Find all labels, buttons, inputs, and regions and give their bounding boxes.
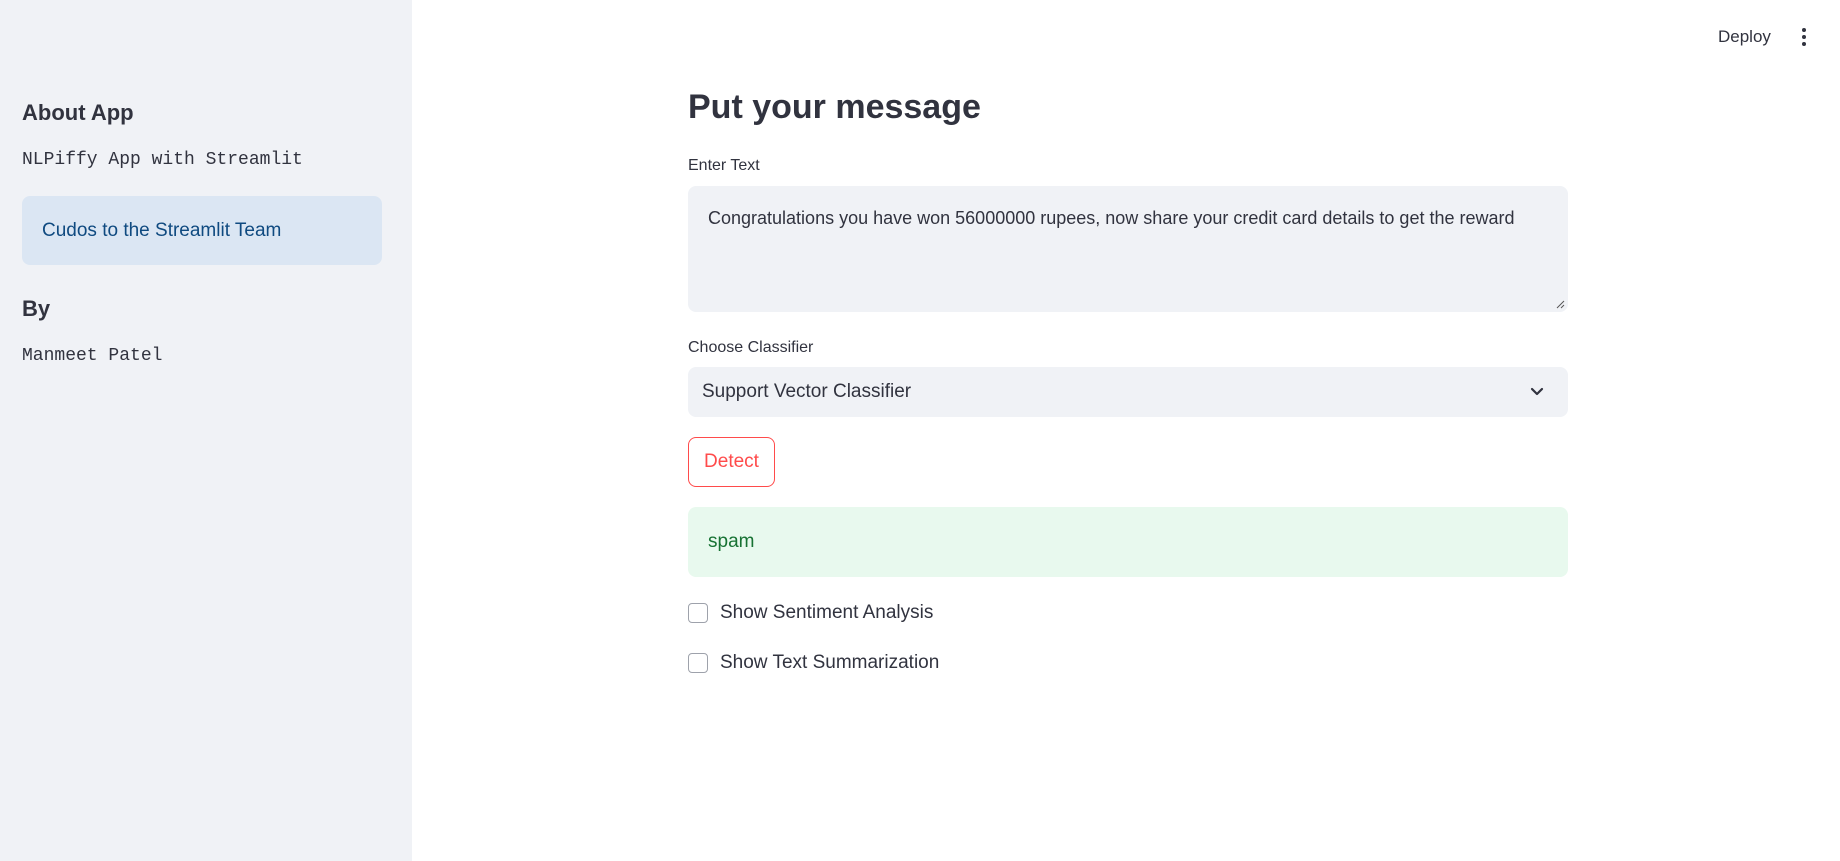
deploy-button[interactable]: Deploy [1712, 22, 1777, 52]
classifier-select[interactable]: Support Vector Classifier [688, 367, 1568, 417]
page-title: Put your message [688, 88, 981, 126]
sentiment-checkbox-row[interactable]: Show Sentiment Analysis [688, 600, 933, 626]
result-alert: spam [688, 507, 1568, 577]
sentiment-checkbox[interactable] [688, 603, 708, 623]
classifier-selected-value: Support Vector Classifier [702, 381, 912, 402]
about-text: NLPiffy App with Streamlit [22, 150, 303, 170]
message-textarea[interactable]: Congratulations you have won 56000000 ru… [688, 186, 1568, 312]
chevron-down-icon [1530, 387, 1544, 396]
resize-handle-icon[interactable] [1555, 299, 1565, 309]
sentiment-checkbox-label: Show Sentiment Analysis [720, 602, 934, 623]
vertical-ellipsis-icon[interactable] [1794, 22, 1814, 52]
detect-button[interactable]: Detect [688, 437, 775, 487]
enter-text-label: Enter Text [688, 157, 760, 174]
sidebar: About App NLPiffy App with Streamlit Cud… [0, 0, 412, 861]
app-root: About App NLPiffy App with Streamlit Cud… [0, 0, 1840, 861]
summarization-checkbox[interactable] [688, 653, 708, 673]
choose-classifier-label: Choose Classifier [688, 339, 814, 356]
summarization-checkbox-label: Show Text Summarization [720, 652, 940, 673]
author-name: Manmeet Patel [22, 346, 163, 366]
by-heading: By [22, 296, 51, 321]
info-box: Cudos to the Streamlit Team [22, 196, 382, 265]
about-heading: About App [22, 100, 134, 125]
summarization-checkbox-row[interactable]: Show Text Summarization [688, 650, 939, 676]
message-text: Congratulations you have won 56000000 ru… [708, 208, 1515, 228]
